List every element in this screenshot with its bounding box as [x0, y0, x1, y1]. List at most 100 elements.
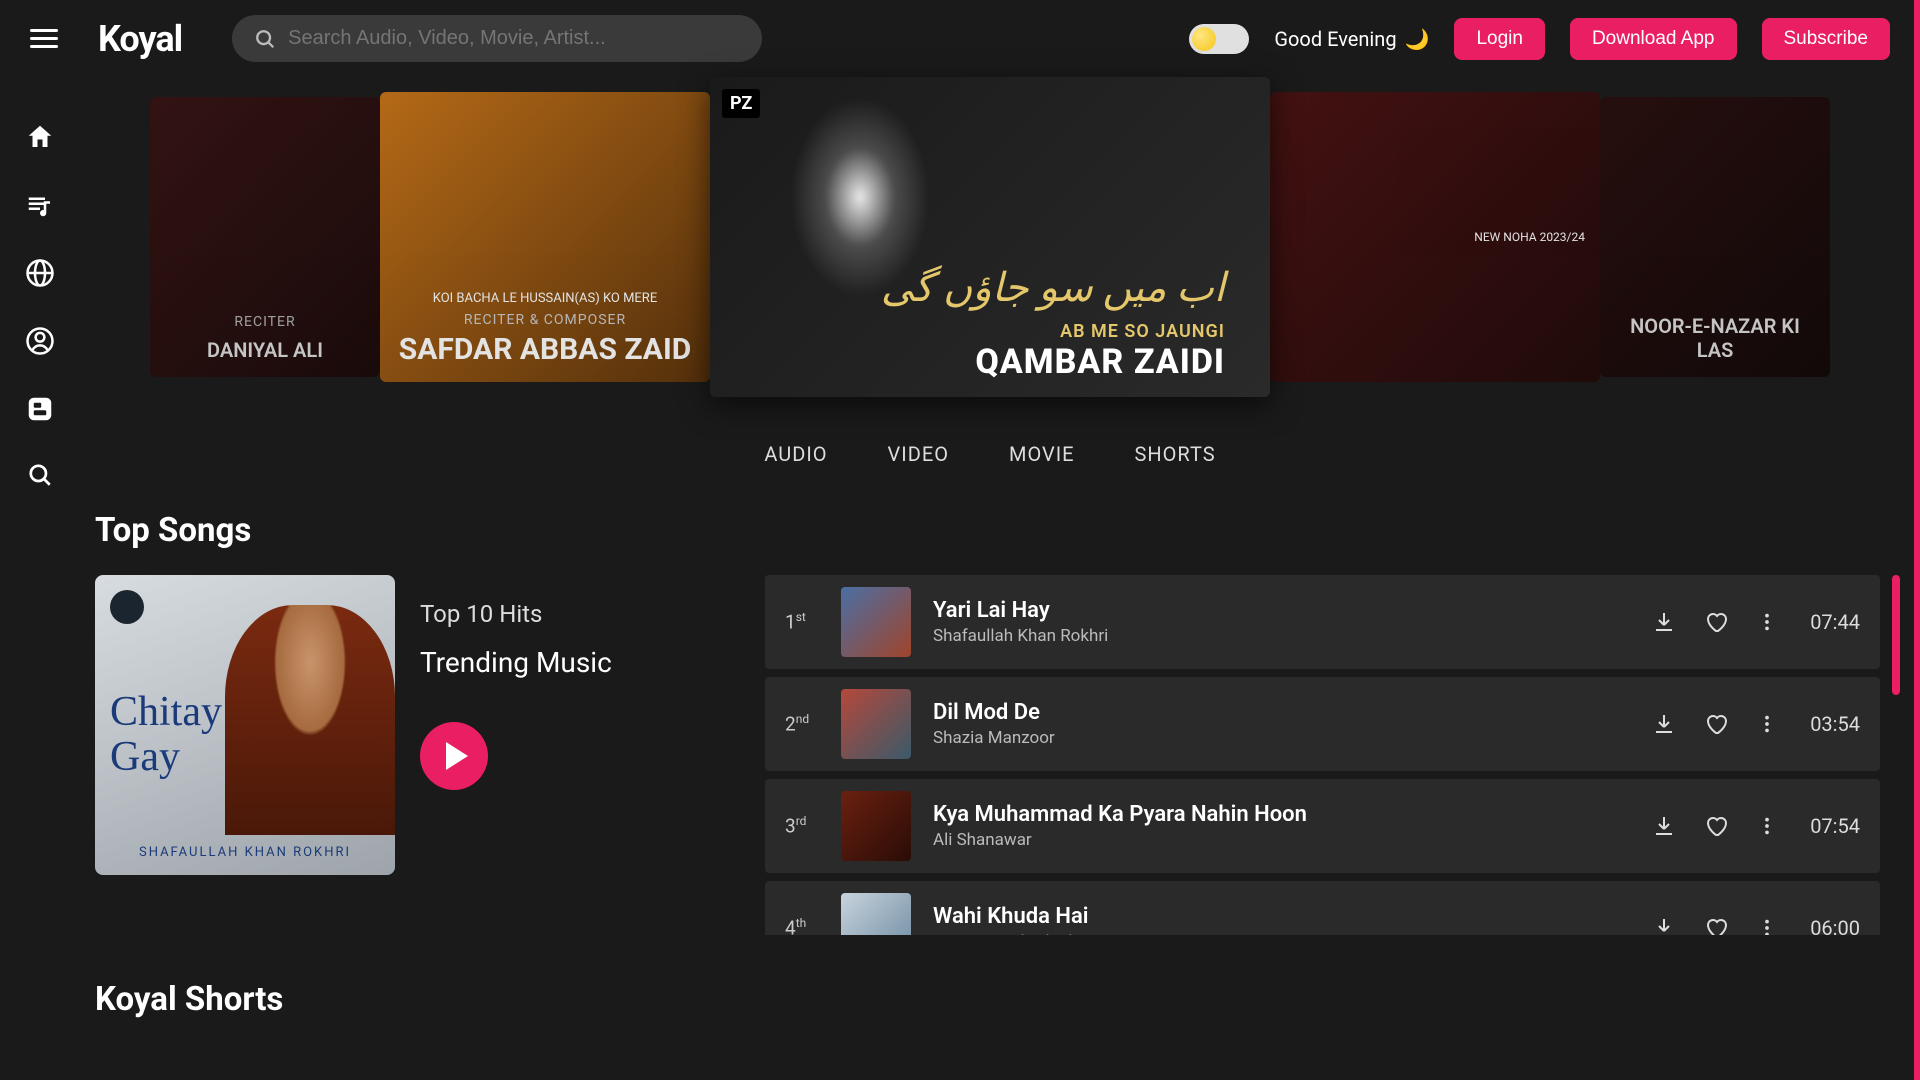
top-songs: Chitay Wal The Gay SHAFAULLAH KHAN ROKHR… [80, 575, 1900, 935]
hero-card-center[interactable]: PZ اب میں سو جاؤں گی AB ME SO JAUNGI QAM… [710, 77, 1270, 397]
download-icon[interactable] [1652, 814, 1676, 838]
search-icon [254, 28, 276, 50]
hero-carousel: RECITER DANIYAL ALI KOI BACHA LE HUSSAIN… [80, 87, 1900, 387]
more-icon[interactable] [1756, 917, 1778, 935]
hero-card-name: DANIYAL ALI [207, 338, 323, 362]
user-icon [25, 326, 55, 356]
song-thumb [841, 689, 911, 759]
hero-card-label: RECITER & COMPOSER [399, 312, 691, 328]
sidebar-search[interactable] [27, 462, 53, 488]
song-actions: 07:44 [1652, 610, 1860, 634]
hero-card-4[interactable]: NEW NOHA 2023/24 [1270, 92, 1600, 382]
song-rank: 4th [785, 916, 819, 935]
song-info: Wahi Khuda Hai Nusrat Fateh Ali Khan [933, 904, 1630, 935]
login-button[interactable]: Login [1454, 18, 1545, 60]
song-row[interactable]: 4th Wahi Khuda Hai Nusrat Fateh Ali Khan 06… [765, 881, 1880, 935]
song-duration: 07:44 [1810, 610, 1860, 634]
song-row[interactable]: 2nd Dil Mod De Shazia Manzoor 03:54 [765, 677, 1880, 771]
heart-icon[interactable] [1704, 916, 1728, 935]
theme-toggle[interactable] [1189, 24, 1249, 54]
section-title-shorts: Koyal Shorts [95, 980, 1900, 1019]
search-input[interactable] [288, 27, 740, 50]
right-edge-accent [1914, 0, 1920, 1080]
song-actions: 06:00 [1652, 916, 1860, 935]
play-button[interactable] [420, 722, 488, 790]
search-box[interactable] [232, 15, 762, 62]
hero-card-2[interactable]: KOI BACHA LE HUSSAIN(AS) KO MERE RECITER… [380, 92, 710, 382]
hero-center-name: QAMBAR ZAIDI [975, 342, 1225, 382]
sidebar-language[interactable] [25, 258, 55, 288]
song-rank: 1st [785, 610, 819, 633]
greeting-text: Good Evening 🌙 [1274, 27, 1429, 51]
download-icon[interactable] [1652, 610, 1676, 634]
hero-center-sub: AB ME SO JAUNGI [1060, 321, 1225, 342]
more-icon[interactable] [1756, 611, 1778, 633]
heart-icon[interactable] [1704, 610, 1728, 634]
song-duration: 06:00 [1810, 916, 1860, 935]
hero-card-tag: NEW NOHA 2023/24 [1474, 230, 1585, 244]
tab-audio[interactable]: AUDIO [764, 442, 827, 466]
globe-icon [25, 258, 55, 288]
song-artist: Shafaullah Khan Rokhri [933, 626, 1630, 646]
song-title: Yari Lai Hay [933, 598, 1630, 623]
sidebar [0, 77, 80, 1044]
song-artist: Shazia Manzoor [933, 728, 1630, 748]
song-title: Wahi Khuda Hai [933, 904, 1630, 929]
download-app-button[interactable]: Download App [1570, 18, 1737, 60]
song-actions: 03:54 [1652, 712, 1860, 736]
heart-icon[interactable] [1704, 712, 1728, 736]
scrollbar[interactable] [1892, 575, 1900, 695]
download-icon[interactable] [1652, 916, 1676, 935]
song-artist: Ali Shanawar [933, 830, 1630, 850]
song-duration: 07:54 [1810, 814, 1860, 838]
main-content: RECITER DANIYAL ALI KOI BACHA LE HUSSAIN… [80, 77, 1920, 1044]
tab-shorts[interactable]: SHORTS [1135, 442, 1216, 466]
song-row[interactable]: 1st Yari Lai Hay Shafaullah Khan Rokhri 07:… [765, 575, 1880, 669]
sidebar-home[interactable] [25, 122, 55, 152]
heart-icon[interactable] [1704, 814, 1728, 838]
hamburger-menu-button[interactable] [30, 24, 58, 53]
play-icon [441, 742, 468, 770]
playlist-icon [25, 190, 55, 220]
top10-meta: Top 10 Hits Trending Music [420, 575, 612, 790]
song-list: 1st Yari Lai Hay Shafaullah Khan Rokhri 07:… [765, 575, 1900, 935]
sidebar-account[interactable] [25, 326, 55, 356]
song-rank: 3rd [785, 814, 819, 837]
song-info: Yari Lai Hay Shafaullah Khan Rokhri [933, 598, 1630, 646]
sidebar-blog[interactable] [25, 394, 55, 424]
song-thumb [841, 893, 911, 935]
download-icon[interactable] [1652, 712, 1676, 736]
hero-card-label: RECITER [207, 314, 323, 330]
song-title: Dil Mod De [933, 700, 1630, 725]
category-tabs: AUDIO VIDEO MOVIE SHORTS [80, 442, 1900, 466]
song-artist: Nusrat Fateh Ali Khan [933, 932, 1630, 935]
song-title: Kya Muhammad Ka Pyara Nahin Hoon [933, 802, 1630, 827]
cover-badge [110, 590, 144, 624]
subscribe-button[interactable]: Subscribe [1762, 18, 1891, 60]
hero-card-top: KOI BACHA LE HUSSAIN(AS) KO MERE [399, 291, 691, 306]
hero-card-1[interactable]: RECITER DANIYAL ALI [150, 97, 380, 377]
header: Koyal Good Evening 🌙 Login Download App … [0, 0, 1920, 77]
sidebar-playlist[interactable] [25, 190, 55, 220]
song-rank: 2nd [785, 712, 819, 735]
search-icon [27, 462, 53, 488]
blog-icon [25, 394, 55, 424]
song-actions: 07:54 [1652, 814, 1860, 838]
hero-card-name: SAFDAR ABBAS ZAID [399, 332, 691, 367]
brand-logo[interactable]: Koyal [98, 18, 182, 60]
tab-video[interactable]: VIDEO [888, 442, 949, 466]
moon-icon: 🌙 [1405, 27, 1430, 51]
song-row[interactable]: 3rd Kya Muhammad Ka Pyara Nahin Hoon Ali S… [765, 779, 1880, 873]
cover-art [225, 605, 395, 835]
top10-cover[interactable]: Chitay Wal The Gay SHAFAULLAH KHAN ROKHR… [95, 575, 395, 875]
hero-card-5[interactable]: NOOR-E-NAZAR KI LAS [1600, 97, 1830, 377]
top10-name: Trending Music [420, 646, 612, 679]
song-thumb [841, 587, 911, 657]
more-icon[interactable] [1756, 815, 1778, 837]
top-songs-featured: Chitay Wal The Gay SHAFAULLAH KHAN ROKHR… [95, 575, 735, 935]
song-duration: 03:54 [1810, 712, 1860, 736]
top10-label: Top 10 Hits [420, 600, 612, 628]
tab-movie[interactable]: MOVIE [1009, 442, 1075, 466]
more-icon[interactable] [1756, 713, 1778, 735]
hero-center-script: اب میں سو جاؤں گی [881, 264, 1225, 311]
